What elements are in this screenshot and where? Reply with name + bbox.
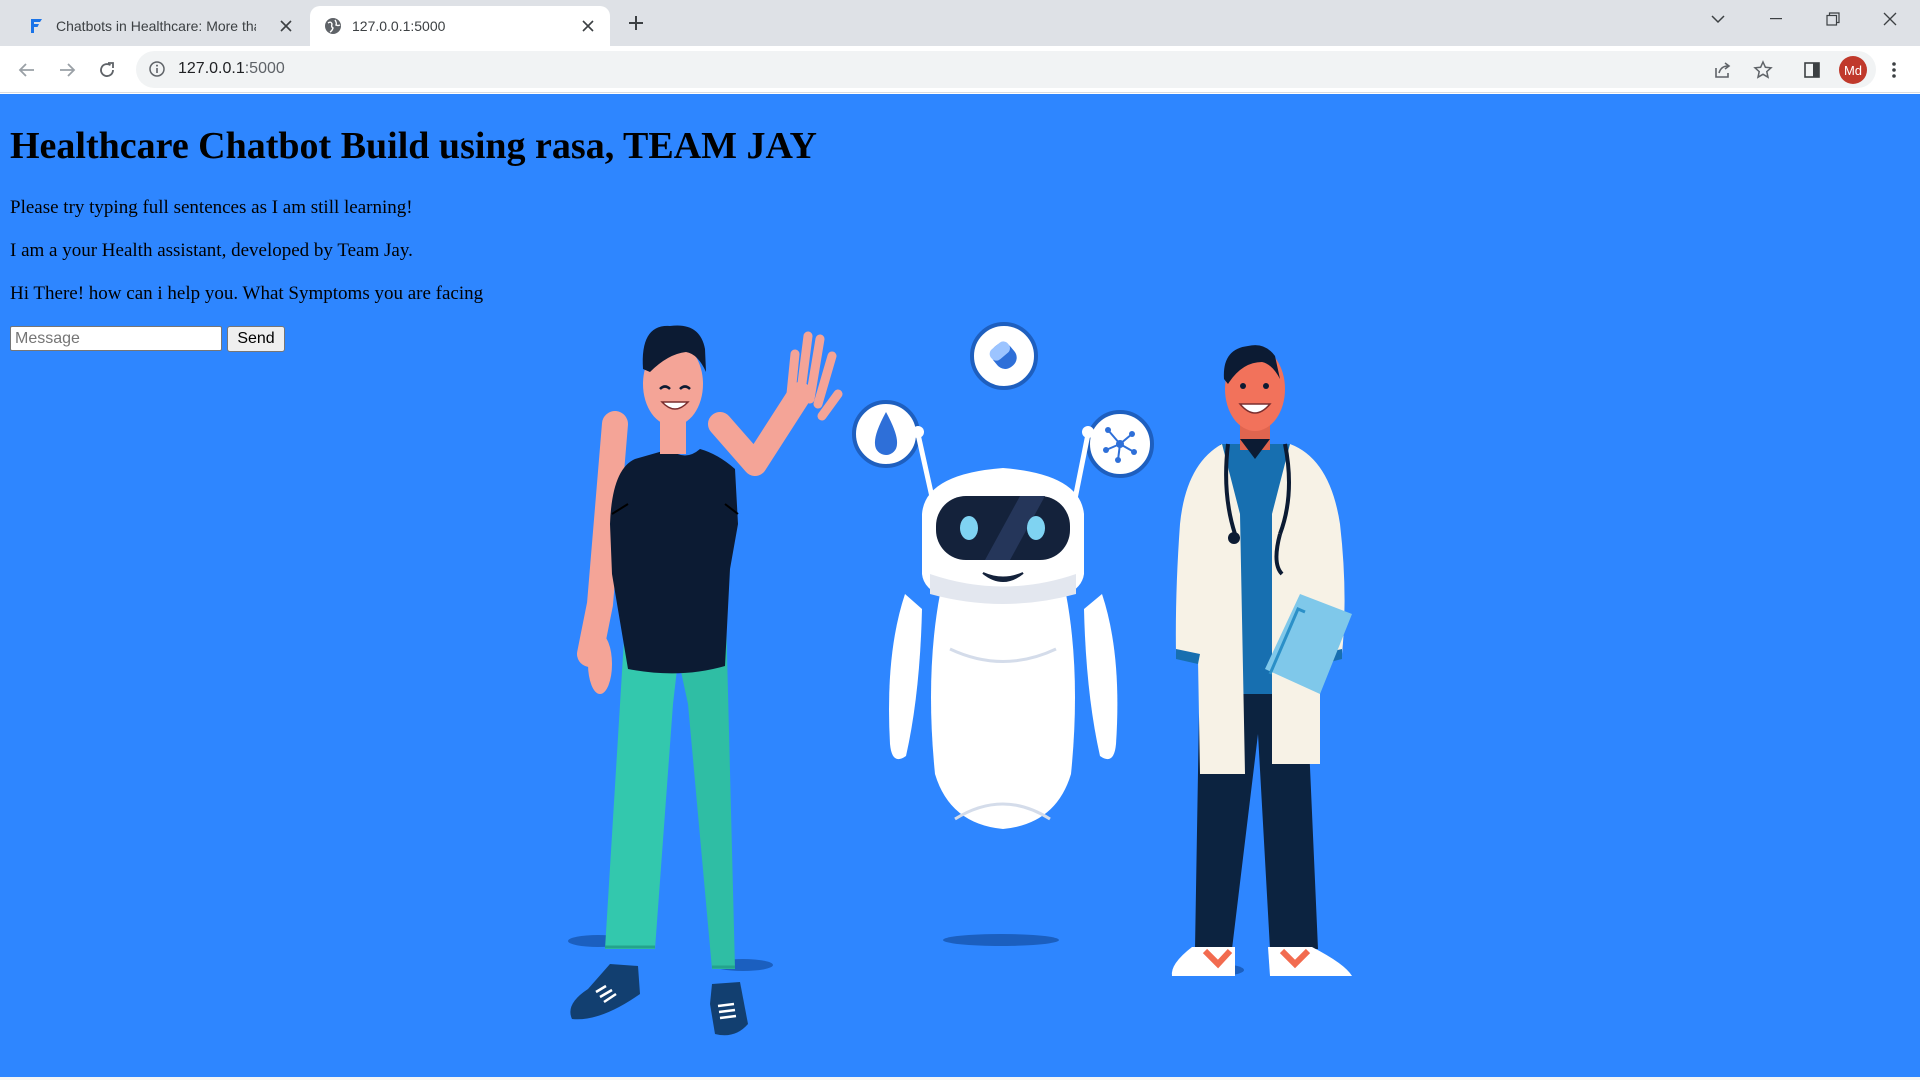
minimize-button[interactable] bbox=[1748, 0, 1804, 38]
restore-button[interactable] bbox=[1805, 0, 1861, 38]
plus-icon bbox=[629, 16, 643, 30]
page-title: Healthcare Chatbot Build using rasa, TEA… bbox=[10, 125, 817, 167]
tab-strip: Chatbots in Healthcare: More tha 127.0.0… bbox=[0, 0, 1920, 46]
document-icon bbox=[28, 17, 46, 35]
close-window-button[interactable] bbox=[1862, 0, 1918, 38]
globe-icon bbox=[324, 17, 342, 35]
man-figure bbox=[570, 325, 843, 1036]
back-button[interactable] bbox=[12, 55, 42, 85]
chevron-down-icon bbox=[1711, 15, 1725, 24]
bot-message: I am a your Health assistant, developed … bbox=[10, 240, 413, 261]
share-icon[interactable] bbox=[1710, 57, 1736, 83]
menu-button[interactable] bbox=[1880, 56, 1908, 84]
address-bar[interactable]: 127.0.0.1:5000 bbox=[136, 51, 1876, 88]
tab-localhost[interactable]: 127.0.0.1:5000 bbox=[310, 6, 610, 46]
kebab-menu-icon bbox=[1892, 62, 1896, 78]
page-body: Healthcare Chatbot Build using rasa, TEA… bbox=[0, 94, 1920, 1080]
reload-icon bbox=[100, 62, 114, 77]
browser-toolbar: 127.0.0.1:5000 Md bbox=[0, 46, 1920, 93]
arrow-right-icon bbox=[60, 63, 76, 77]
bot-message: Hi There! how can i help you. What Sympt… bbox=[10, 283, 484, 304]
url-text: 127.0.0.1:5000 bbox=[178, 60, 285, 78]
close-icon[interactable] bbox=[276, 16, 296, 36]
tab-title: Chatbots in Healthcare: More tha bbox=[56, 18, 256, 34]
reload-button[interactable] bbox=[92, 55, 122, 85]
message-input[interactable] bbox=[10, 326, 222, 351]
star-icon[interactable] bbox=[1750, 57, 1776, 83]
close-icon bbox=[1883, 12, 1897, 26]
forward-button[interactable] bbox=[52, 55, 82, 85]
url-host: 127.0.0.1 bbox=[178, 60, 245, 77]
url-port: :5000 bbox=[244, 60, 285, 77]
close-icon[interactable] bbox=[578, 16, 598, 36]
doctor-figure bbox=[1171, 345, 1352, 976]
restore-icon bbox=[1826, 12, 1840, 26]
send-button[interactable]: Send bbox=[227, 326, 285, 352]
new-tab-button[interactable] bbox=[622, 9, 650, 37]
bot-message: Please try typing full sentences as I am… bbox=[10, 197, 413, 218]
tab-search-button[interactable] bbox=[1690, 0, 1746, 38]
minimize-icon bbox=[1770, 18, 1782, 20]
robot-figure bbox=[889, 426, 1118, 829]
tab-title: 127.0.0.1:5000 bbox=[352, 18, 446, 34]
floating-icons bbox=[852, 322, 1154, 478]
avatar[interactable]: Md bbox=[1839, 56, 1867, 84]
tab-chatbots-article[interactable]: Chatbots in Healthcare: More tha bbox=[14, 6, 308, 46]
side-panel-icon bbox=[1804, 62, 1820, 78]
side-panel-button[interactable] bbox=[1797, 55, 1827, 85]
info-icon[interactable] bbox=[148, 60, 166, 78]
arrow-left-icon bbox=[18, 63, 34, 77]
